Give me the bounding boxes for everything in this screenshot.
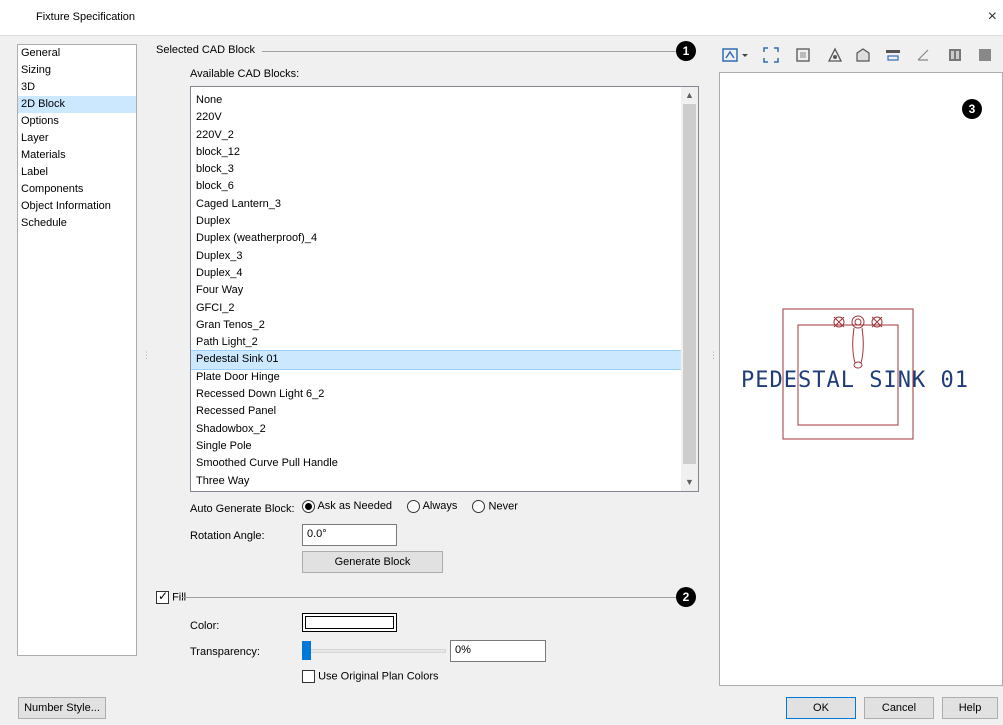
color-swatch bbox=[305, 616, 394, 629]
cancel-button[interactable]: Cancel bbox=[864, 697, 934, 719]
close-icon[interactable]: × bbox=[988, 8, 997, 26]
callout-2: 2 bbox=[676, 587, 696, 607]
more-icon[interactable] bbox=[975, 46, 995, 64]
transparency-input[interactable]: 0% bbox=[450, 640, 546, 662]
help-button[interactable]: Help bbox=[942, 697, 998, 719]
axis-icon[interactable] bbox=[913, 46, 933, 64]
radio-always[interactable] bbox=[407, 500, 421, 513]
radio-ask-as-needed[interactable] bbox=[302, 500, 315, 513]
nav-item-general[interactable]: General bbox=[18, 45, 136, 62]
cad-block-list-item[interactable]: Duplex bbox=[191, 213, 682, 230]
cad-block-list-item[interactable]: 220V_2 bbox=[191, 127, 682, 144]
list-scrollbar[interactable]: ▲ ▼ bbox=[681, 87, 698, 491]
nav-item-label[interactable]: Label bbox=[18, 164, 136, 181]
cad-block-list-item[interactable]: Recessed Panel bbox=[191, 403, 682, 420]
rotation-angle-label: Rotation Angle: bbox=[190, 530, 265, 542]
cad-block-list-item[interactable]: Duplex_3 bbox=[191, 248, 682, 265]
selected-cad-block-label: Selected CAD Block bbox=[156, 44, 256, 56]
elevation-icon[interactable] bbox=[883, 46, 903, 64]
section-divider bbox=[262, 51, 676, 52]
render-icon[interactable] bbox=[853, 46, 873, 64]
splitter-grip-right[interactable]: ⋮ bbox=[709, 350, 718, 370]
fill-checkbox[interactable] bbox=[156, 589, 169, 604]
cad-block-list-item[interactable]: Three Way bbox=[191, 473, 682, 490]
category-list[interactable]: General Sizing 3D 2D Block Options Layer Mater… bbox=[17, 44, 137, 656]
cabinet-icon[interactable] bbox=[945, 46, 965, 64]
cad-block-list-item[interactable]: Weatherproof bbox=[191, 490, 682, 491]
nav-item-components[interactable]: Components bbox=[18, 181, 136, 198]
cad-block-list-item[interactable]: block_12 bbox=[191, 144, 682, 161]
cad-block-list-item[interactable]: None bbox=[191, 92, 682, 109]
fill-window-icon[interactable] bbox=[761, 46, 781, 64]
nav-item-2d-block[interactable]: 2D Block bbox=[18, 96, 136, 113]
cad-block-list-item[interactable]: block_6 bbox=[191, 178, 682, 195]
cad-block-list-item[interactable]: Duplex_4 bbox=[191, 265, 682, 282]
auto-generate-label: Auto Generate Block: bbox=[190, 503, 295, 515]
cad-block-list-item[interactable]: Duplex (weatherproof)_4 bbox=[191, 230, 682, 247]
cad-block-list-item[interactable]: Pedestal Sink 01 bbox=[191, 350, 683, 370]
cad-block-list-item[interactable]: Recessed Down Light 6_2 bbox=[191, 386, 682, 403]
cad-block-list-item[interactable]: Gran Tenos_2 bbox=[191, 317, 682, 334]
transparency-slider-thumb[interactable] bbox=[302, 641, 311, 660]
nav-item-materials[interactable]: Materials bbox=[18, 147, 136, 164]
scroll-up-icon[interactable]: ▲ bbox=[681, 87, 698, 104]
scroll-thumb[interactable] bbox=[683, 104, 696, 464]
nav-item-3d[interactable]: 3D bbox=[18, 79, 136, 96]
cad-block-list-item[interactable]: Four Way bbox=[191, 282, 682, 299]
window-title: Fixture Specification bbox=[36, 11, 136, 23]
nav-item-object-information[interactable]: Object Information bbox=[18, 198, 136, 215]
color-label: Color: bbox=[190, 620, 220, 632]
transparency-label: Transparency: bbox=[190, 646, 260, 658]
view-dropdown-icon[interactable] bbox=[721, 46, 751, 64]
block-preview-pane[interactable]: 3 PEDESTAL SINK 01 bbox=[719, 72, 1003, 686]
cad-block-list-item[interactable]: GFCI_2 bbox=[191, 300, 682, 317]
ok-button[interactable]: OK bbox=[786, 697, 856, 719]
camera-view-icon[interactable] bbox=[793, 46, 813, 64]
fill-divider bbox=[182, 597, 676, 598]
cad-block-list-item[interactable]: block_3 bbox=[191, 161, 682, 178]
perspective-icon[interactable] bbox=[825, 46, 845, 64]
cad-block-list-item[interactable]: Caged Lantern_3 bbox=[191, 196, 682, 213]
radio-always-label[interactable]: Always bbox=[423, 500, 458, 512]
generate-block-button[interactable]: Generate Block bbox=[302, 551, 443, 573]
cad-block-list-item[interactable]: Plate Door Hinge bbox=[191, 369, 682, 386]
callout-1: 1 bbox=[676, 41, 696, 61]
available-cad-blocks-label: Available CAD Blocks: bbox=[190, 68, 300, 80]
auto-generate-radio-group: Ask as Needed Always Never bbox=[302, 500, 518, 513]
rotation-angle-input[interactable]: 0.0° bbox=[302, 524, 397, 546]
nav-item-schedule[interactable]: Schedule bbox=[18, 215, 136, 232]
scroll-down-icon[interactable]: ▼ bbox=[681, 474, 698, 491]
use-original-colors-group: Use Original Plan Colors bbox=[302, 670, 439, 683]
color-swatch-button[interactable] bbox=[302, 613, 397, 632]
cad-block-list[interactable]: None 220V 220V_2 block_12 block_3 block_6 Cage… bbox=[190, 86, 699, 492]
radio-never[interactable] bbox=[472, 500, 486, 513]
radio-ask-as-needed-label[interactable]: Ask as Needed bbox=[317, 500, 392, 512]
nav-item-layer[interactable]: Layer bbox=[18, 130, 136, 147]
use-original-colors-label[interactable]: Use Original Plan Colors bbox=[318, 670, 438, 682]
cad-block-list-item[interactable]: Smoothed Curve Pull Handle bbox=[191, 455, 682, 472]
pedestal-sink-drawing: PEDESTAL SINK 01 bbox=[741, 308, 969, 440]
cad-block-list-item[interactable]: 220V bbox=[191, 109, 682, 126]
preview-toolbar bbox=[719, 42, 1003, 68]
cad-block-list-item[interactable]: Shadowbox_2 bbox=[191, 421, 682, 438]
nav-item-options[interactable]: Options bbox=[18, 113, 136, 130]
radio-never-label[interactable]: Never bbox=[489, 500, 518, 512]
transparency-slider-track[interactable] bbox=[302, 649, 446, 653]
use-original-colors-checkbox[interactable] bbox=[302, 670, 315, 683]
cad-block-list-item[interactable]: Single Pole bbox=[191, 438, 682, 455]
cad-block-list-item[interactable]: Path Light_2 bbox=[191, 334, 682, 351]
title-bar: Fixture Specification × bbox=[0, 0, 1003, 36]
number-style-button[interactable]: Number Style... bbox=[18, 697, 106, 719]
nav-item-sizing[interactable]: Sizing bbox=[18, 62, 136, 79]
preview-label-text: PEDESTAL SINK 01 bbox=[741, 368, 969, 393]
splitter-grip-left[interactable]: ⋮ bbox=[142, 350, 151, 370]
